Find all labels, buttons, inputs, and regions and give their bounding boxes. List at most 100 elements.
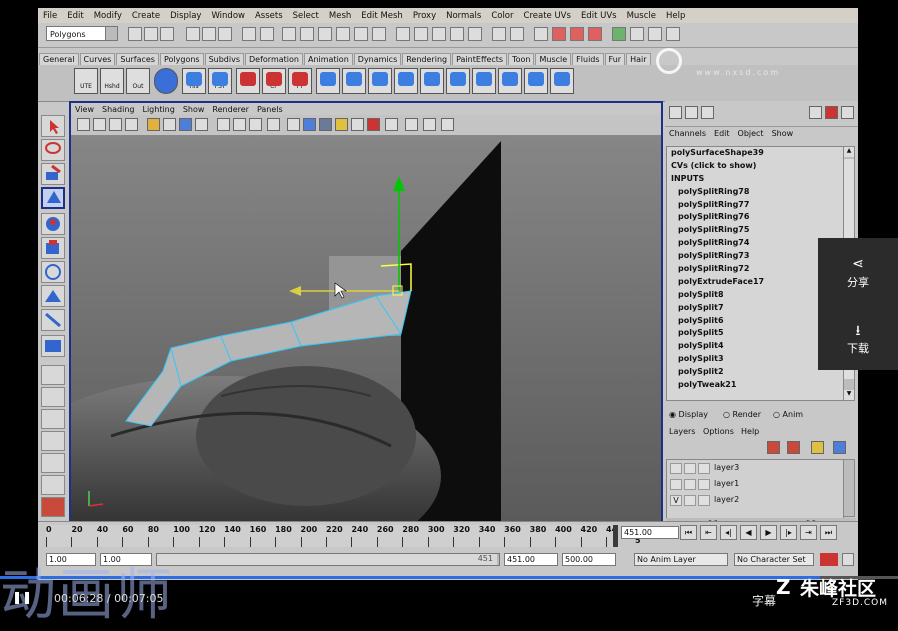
step-forward-key-icon[interactable]: ⇥ [800, 525, 817, 540]
shelf-tab-fur[interactable]: Fur [604, 53, 626, 65]
viewport-menu-lighting[interactable]: Lighting [138, 105, 178, 114]
input-ops-icon[interactable] [510, 27, 524, 41]
channel-menu-edit[interactable]: Edit [710, 129, 734, 141]
shelf-tab-curves[interactable]: Curves [79, 53, 116, 65]
open-scene-icon[interactable] [144, 27, 158, 41]
shadows-icon[interactable] [351, 118, 364, 131]
smooth-shade-icon[interactable] [287, 118, 300, 131]
channel-menu-channels[interactable]: Channels [665, 129, 710, 141]
shelf-tab-fluids[interactable]: Fluids [572, 53, 604, 65]
menu-normals[interactable]: Normals [441, 11, 486, 21]
menu-display[interactable]: Display [165, 11, 206, 21]
face-icon[interactable] [318, 27, 332, 41]
layout-hypershade-icon[interactable] [41, 497, 65, 517]
resolution-gate-icon[interactable] [179, 118, 192, 131]
hud-icon[interactable] [405, 118, 418, 131]
channel-input-item[interactable]: polySplitRing75 [667, 224, 843, 237]
input-line-icon[interactable] [612, 27, 626, 41]
layer-paint-icon[interactable] [811, 441, 824, 454]
universal-manip-icon[interactable] [41, 261, 65, 283]
step-back-frame-icon[interactable]: ◂| [720, 525, 737, 540]
shelf-poly-tool-7[interactable] [472, 68, 496, 94]
attribute-editor-icon[interactable] [630, 27, 644, 41]
chevron-down-icon[interactable] [105, 27, 117, 40]
step-forward-frame-icon[interactable]: |▸ [780, 525, 797, 540]
menu-edit-mesh[interactable]: Edit Mesh [356, 11, 408, 21]
anim-prefs-icon[interactable] [842, 553, 854, 566]
shelf-poly-tool-4[interactable] [394, 68, 418, 94]
snap-view-icon[interactable] [450, 27, 464, 41]
shelf-tab-muscle[interactable]: Muscle [535, 53, 572, 65]
channel-box-tab-icon[interactable] [669, 106, 682, 119]
channel-input-item[interactable]: polyExtrudeFace17 [667, 276, 843, 289]
mask-icon[interactable] [260, 27, 274, 41]
range-slider[interactable]: 451 [156, 553, 500, 566]
shelf-tab-deformation[interactable]: Deformation [245, 53, 303, 65]
channel-input-item[interactable]: polySplitRing77 [667, 199, 843, 212]
layer-visibility-toggle[interactable] [670, 479, 682, 490]
channel-input-item[interactable]: polySplit4 [667, 340, 843, 353]
radio-anim[interactable]: ○ Anim [773, 410, 803, 419]
layer-editor-tab-icon[interactable] [685, 106, 698, 119]
layer-extra-icon[interactable] [833, 441, 846, 454]
isolate-icon[interactable] [385, 118, 398, 131]
question-icon[interactable] [372, 27, 386, 41]
time-ruler[interactable]: 0 20 40 60 80 100 120 140 160 180 200 220 240 260 280 3… [46, 525, 641, 547]
viewport-menu-shading[interactable]: Shading [98, 105, 139, 114]
shelf-tab-animation[interactable]: Animation [303, 53, 353, 65]
go-to-start-icon[interactable]: ⏮ [680, 525, 697, 540]
select-component-icon[interactable] [218, 27, 232, 41]
layer-row[interactable]: layer1 [667, 478, 843, 492]
layout-outliner-icon[interactable] [41, 475, 65, 495]
safe-action-icon[interactable] [233, 118, 246, 131]
channel-input-item[interactable]: polySplit3 [667, 353, 843, 366]
new-layer-selected-icon[interactable] [787, 441, 800, 454]
shelf-arrow-button[interactable] [236, 68, 260, 94]
render-settings-icon[interactable] [570, 27, 584, 41]
image-plane-icon[interactable] [125, 118, 138, 131]
paint-select-tool-icon[interactable] [41, 163, 65, 185]
lasso-tool-icon[interactable] [41, 139, 65, 161]
last-tool-icon[interactable] [41, 335, 65, 357]
layer-menu-layers[interactable]: Layers [669, 427, 695, 436]
channel-key-icon[interactable] [825, 106, 838, 119]
gate-mask-icon[interactable] [195, 118, 208, 131]
channel-input-item[interactable]: polySplit6 [667, 315, 843, 328]
download-button[interactable]: 下载 [818, 340, 898, 356]
history-icon[interactable] [492, 27, 506, 41]
channel-extra-icon[interactable] [841, 106, 854, 119]
shelf-ft-button[interactable]: FT [288, 68, 312, 94]
auto-key-icon[interactable] [820, 553, 838, 566]
shelf-poly-tool-10[interactable] [550, 68, 574, 94]
menu-modify[interactable]: Modify [89, 11, 127, 21]
frame-selected-icon[interactable] [441, 118, 454, 131]
camera-attr-icon[interactable] [93, 118, 106, 131]
subtitle-button[interactable]: 字幕 [752, 592, 776, 609]
layer-template-toggle[interactable] [684, 479, 696, 490]
radio-render[interactable]: ○ Render [723, 410, 761, 419]
channel-menu-object[interactable]: Object [734, 129, 768, 141]
shelf-hls-button[interactable]: Hls [182, 68, 206, 94]
current-time-marker[interactable] [613, 525, 618, 547]
shelf-cp-button[interactable]: CP [262, 68, 286, 94]
misc-icon[interactable] [354, 27, 368, 41]
wireframe-icon[interactable] [267, 118, 280, 131]
channel-menu-show[interactable]: Show [768, 129, 798, 141]
snap-curve-icon[interactable] [414, 27, 428, 41]
param-icon[interactable] [300, 27, 314, 41]
layer-visibility-toggle[interactable]: V [670, 495, 682, 506]
shelf-tab-general[interactable]: General [39, 53, 79, 65]
new-layer-icon[interactable] [767, 441, 780, 454]
menu-file[interactable]: File [38, 11, 62, 21]
menu-edit-uvs[interactable]: Edit UVs [576, 11, 622, 21]
handle-icon[interactable] [336, 27, 350, 41]
shelf-out-button[interactable]: Out [126, 68, 150, 94]
scroll-down-icon[interactable]: ▼ [844, 390, 854, 400]
shelf-poly-tool-6[interactable] [446, 68, 470, 94]
layout-three-icon[interactable] [41, 431, 65, 451]
menu-mesh[interactable]: Mesh [324, 11, 356, 21]
character-set-dropdown[interactable]: No Character Set [734, 553, 814, 566]
menu-edit[interactable]: Edit [62, 11, 88, 21]
channel-input-item[interactable]: polySplit5 [667, 327, 843, 340]
shelf-tab-toon[interactable]: Toon [508, 53, 535, 65]
